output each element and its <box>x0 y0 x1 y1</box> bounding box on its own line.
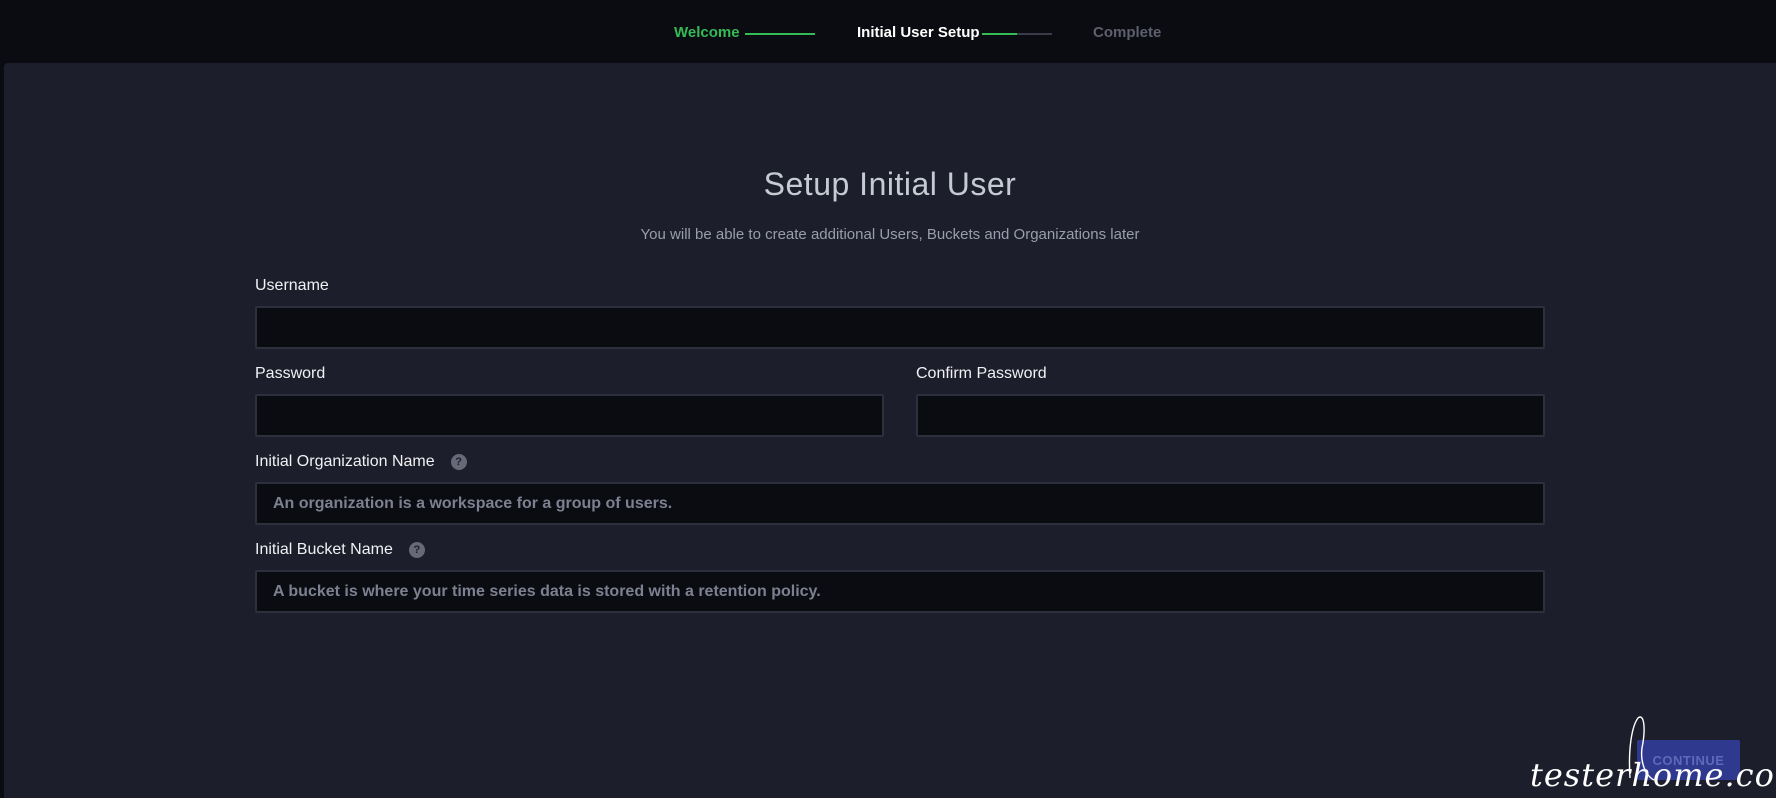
org-name-label: Initial Organization Name ? <box>255 453 467 471</box>
org-help-icon[interactable]: ? <box>450 454 467 470</box>
step-connector-2-progress <box>982 33 1017 35</box>
bucket-name-input[interactable] <box>255 570 1545 613</box>
page-title: Setup Initial User <box>763 166 1017 202</box>
confirm-password-label: Confirm Password <box>916 365 1047 383</box>
password-label-text: Password <box>255 365 326 382</box>
confirm-password-input[interactable] <box>916 394 1545 437</box>
step-complete[interactable]: Complete <box>1093 24 1161 41</box>
username-input[interactable] <box>255 306 1545 349</box>
step-initial-user-setup[interactable]: Initial User Setup <box>857 24 980 41</box>
setup-panel: Setup Initial User You will be able to c… <box>4 63 1776 798</box>
bucket-name-label: Initial Bucket Name ? <box>255 541 425 559</box>
username-label: Username <box>255 277 329 295</box>
password-input[interactable] <box>255 394 884 437</box>
username-label-text: Username <box>255 277 329 294</box>
password-label: Password <box>255 365 325 383</box>
wizard-stepper: Welcome Initial User Setup Complete <box>0 0 1776 63</box>
confirm-password-label-text: Confirm Password <box>916 365 1047 382</box>
bucket-help-icon[interactable]: ? <box>408 542 425 558</box>
wizard-header: Welcome Initial User Setup Complete <box>0 0 1776 63</box>
continue-button[interactable]: CONTINUE <box>1637 740 1740 780</box>
step-connector-1 <box>745 33 815 35</box>
step-connector-2 <box>982 33 1052 35</box>
org-name-label-text: Initial Organization Name <box>255 453 435 470</box>
step-welcome[interactable]: Welcome <box>674 24 740 41</box>
org-name-input[interactable] <box>255 482 1545 525</box>
bucket-name-label-text: Initial Bucket Name <box>255 541 393 558</box>
page-subtitle: You will be able to create additional Us… <box>640 226 1140 243</box>
